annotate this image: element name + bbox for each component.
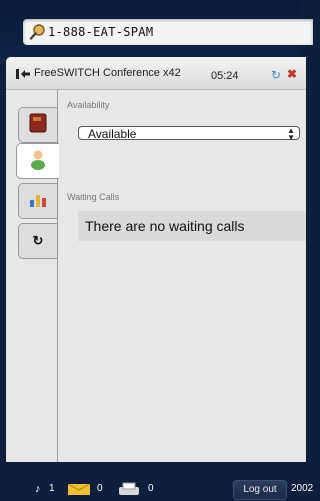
search-input[interactable]: 1-888-EAT-SPAM [48, 25, 153, 39]
conference-title: FreeSWITCH Conference x42 [34, 67, 181, 79]
year-label: 2002 [291, 483, 314, 494]
tab-user[interactable] [16, 143, 59, 179]
content-panel: Availability Available ▲ ▼ Waiting Calls … [57, 90, 306, 462]
refresh-icon[interactable]: ↻ [271, 68, 281, 82]
refresh-icon: ↻ [32, 233, 44, 248]
tab-refresh[interactable]: ↻ [18, 223, 57, 259]
conference-timer: 05:24 [211, 70, 239, 82]
availability-label: Availability [67, 100, 110, 110]
title-bar: FreeSWITCH Conference x42 05:24 ↻ ✖ [6, 57, 306, 90]
logout-button[interactable]: Log out [233, 480, 287, 500]
chart-icon [27, 188, 49, 215]
calls-count: 1 [49, 483, 55, 494]
waiting-calls-label: Waiting Calls [67, 192, 120, 202]
fax-icon[interactable] [118, 482, 140, 499]
tab-chart[interactable] [18, 183, 57, 219]
status-bar: ♪ 1 0 0 Log out 2002 [0, 477, 313, 501]
side-tabs: ↻ [6, 99, 59, 462]
close-icon[interactable]: ✖ [287, 67, 297, 81]
messages-count: 0 [97, 483, 103, 494]
message-icon[interactable] [67, 483, 91, 498]
availability-value: Available [88, 127, 137, 141]
select-arrows-icon: ▲ ▼ [287, 126, 295, 142]
user-icon [27, 148, 49, 175]
fax-count: 0 [148, 483, 154, 494]
search-bar[interactable]: 1-888-EAT-SPAM [23, 19, 313, 45]
phonebook-icon [27, 112, 49, 139]
availability-select[interactable]: Available ▲ ▼ [78, 126, 300, 142]
exit-icon[interactable] [15, 67, 31, 81]
tab-phonebook[interactable] [18, 107, 57, 143]
waiting-calls-message: There are no waiting calls [78, 211, 306, 241]
search-icon[interactable] [29, 23, 47, 41]
conference-window: FreeSWITCH Conference x42 05:24 ↻ ✖ ↻ Av… [6, 57, 306, 462]
phone-icon: ♪ [35, 483, 41, 495]
